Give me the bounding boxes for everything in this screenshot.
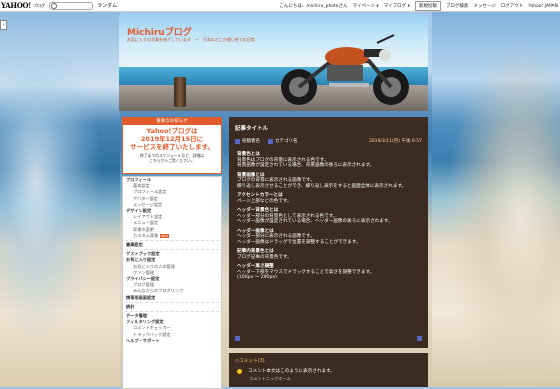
new-badge: NEW [160, 233, 170, 238]
menu-divider [125, 240, 219, 242]
top-right-nav: こんにちは、michiru_photoさん マイページ ▾ マイブログ ▾ 新規… [279, 1, 558, 11]
my-blog-menu[interactable]: マイブログ ▾ [384, 3, 410, 9]
blog-header: Michiruブログ お気に入りの写真を紹介しています ― 日本のどこか遠い所で… [119, 15, 428, 111]
section-line: ページ上部などの色です。 [237, 198, 292, 204]
notice-line-2: 2019年12月15日に [140, 135, 204, 143]
comment-author[interactable]: コメントニックネーム [249, 376, 428, 382]
menu-section-help[interactable]: ヘルプ・サポート [123, 338, 221, 344]
blog-description: お気に入りの写真を紹介しています ― 日本のどこか遠い所での日常 [127, 37, 255, 42]
settings-menu: プロフィール 基本設定 プロフィール設定 アバター設定 メッセージ設定 デザイン… [122, 176, 222, 389]
article-pager [235, 336, 422, 341]
notice-line-3: サービスを終了いたします。 [130, 143, 214, 151]
article-panel: 記事タイトル 投稿者名 カテゴリ名 2019/3/11(月) 午後 6:57 背… [229, 117, 428, 348]
menu-divider [125, 311, 219, 313]
article-title[interactable]: 記事タイトル [235, 124, 428, 132]
random-link[interactable]: ランダム [97, 2, 117, 9]
menu-section-stats[interactable]: 統計 [123, 304, 221, 310]
menu-item-label: カスタム背景 [133, 232, 159, 238]
search-input[interactable] [57, 3, 92, 8]
category-icon [268, 138, 273, 144]
yahoo-logo[interactable]: YAHOO! [1, 1, 31, 10]
logout-link[interactable]: ログアウト [501, 3, 524, 9]
blog-search-link[interactable]: ブログ検索 [446, 3, 469, 9]
section-line: 背景画像が設定されている場合、背景画像の後ろに表示されます。 [237, 163, 375, 168]
author-icon [235, 138, 240, 144]
collapse-arrow-icon[interactable]: › [0, 20, 7, 30]
background-image-left [0, 11, 120, 387]
top-bar: YAHOO! ブログ ランダム こんにちは、michiru_photoさん マイ… [0, 0, 560, 12]
author-name[interactable]: 投稿者名 [242, 138, 260, 144]
prev-article-button[interactable] [235, 336, 240, 341]
menu-item-custom-background[interactable]: カスタム背景 NEW [123, 233, 221, 239]
notice-sub-line-2: こちらからご覧ください。 [149, 158, 195, 163]
header-bollard [174, 77, 186, 107]
message-link[interactable]: メッセージ [473, 3, 495, 9]
section-line: 繰り返し表示させることができ、繰り返し表示をすると画面全体に表示されます。 [237, 183, 407, 189]
background-image-right [432, 11, 560, 387]
section-line: (100px 〜 290px) [237, 275, 277, 280]
comments-heading[interactable]: ◇コメント(3) [235, 357, 428, 364]
next-article-button[interactable] [417, 336, 422, 341]
menu-divider [125, 301, 219, 303]
comments-panel: ◇コメント(3) コメント本文はこのように表示されます。 コメントニックネーム [229, 353, 428, 387]
notice-line-1: Yahoo!ブログは [146, 127, 198, 135]
menu-section-manage[interactable]: 書庫設定 [123, 242, 221, 248]
comment-text: コメント本文はこのように表示されます。 [248, 369, 335, 374]
menu-section-mobile[interactable]: 携帯用画面設定 [123, 295, 221, 301]
comment-bullet-icon [237, 368, 242, 374]
section-line: ブログ記事の背景色です。 [237, 254, 292, 260]
my-page-menu[interactable]: マイページ ▾ [353, 3, 379, 9]
category-name[interactable]: カテゴリ名 [275, 138, 298, 144]
greeting-text: こんにちは、michiru_photoさん [279, 4, 348, 9]
section-line: ヘッダー画像はドラッグで位置を調整することができます。 [237, 239, 361, 245]
important-notice: 重要なお知らせ Yahoo!ブログは 2019年12月15日に サービスを終了い… [122, 117, 222, 174]
blog-logo-label[interactable]: ブログ [33, 3, 45, 9]
notice-sub-text[interactable]: 終了までのスケジュールなど、詳細は こちらからご覧ください。 [123, 153, 221, 163]
comment-item: コメント本文はこのように表示されます。 [237, 368, 428, 374]
article-date: 2019/3/11(月) 午後 6:57 [368, 139, 422, 144]
notice-heading: 重要なお知らせ [123, 118, 221, 125]
section-line: ヘッダー画像が設定されている場合、ヘッダー画像の後ろに表示されます。 [237, 219, 393, 224]
motorcycle-image [281, 34, 409, 105]
new-post-button[interactable]: 新規投稿 [414, 1, 441, 11]
notice-main-text[interactable]: Yahoo!ブログは 2019年12月15日に サービスを終了いたします。 [123, 127, 221, 151]
yahoo-japan-link[interactable]: Yahoo! JAPAN [528, 4, 558, 9]
article-body: 背景色とは 背景色はブログの背景に表示される色です。 背景画像が設定されている場… [237, 152, 422, 281]
article-meta: 投稿者名 カテゴリ名 2019/3/11(月) 午後 6:57 [235, 138, 422, 144]
search-box[interactable] [49, 1, 94, 10]
